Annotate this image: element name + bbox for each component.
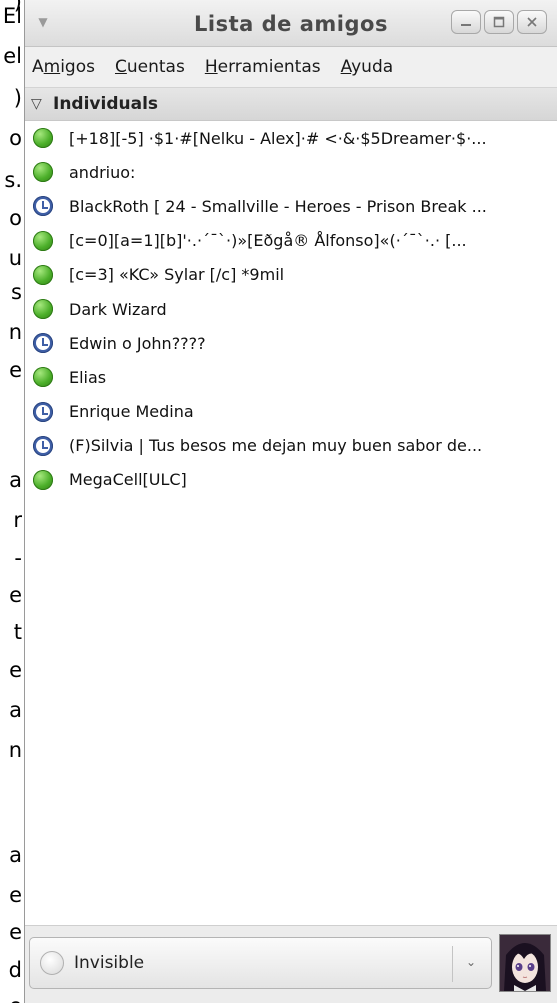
- available-status-icon: [33, 162, 53, 183]
- contact-name: BlackRoth [ 24 - Smallville - Heroes - P…: [69, 196, 487, 216]
- background-text-fragment: e: [9, 583, 22, 607]
- background-text-fragment: o: [9, 126, 22, 150]
- group-label: Individuals: [53, 94, 159, 114]
- maximize-button[interactable]: [484, 10, 514, 34]
- background-text-fragment: a: [9, 698, 22, 722]
- background-text-fragment: n: [8, 738, 22, 762]
- away-status-icon: [33, 401, 53, 422]
- contact-list: [+18][-5] ·$1·#[Nelku - Alex]·# <·&·$5Dr…: [25, 121, 557, 497]
- away-status-icon: [33, 196, 53, 217]
- menu-amigos[interactable]: Amigos: [32, 57, 95, 77]
- contact-name: [c=0][a=1][b]'·.·´¯`·)»[Eðgå® Ålfonso]«(…: [69, 231, 467, 251]
- background-text-fragment: d: [8, 958, 22, 982]
- background-text-fragment: e: [9, 358, 22, 382]
- expand-triangle-icon[interactable]: ▽: [31, 96, 45, 112]
- avatar-image: [500, 935, 550, 991]
- contact-name: andriuo:: [69, 162, 136, 182]
- contact-name: [c=3] «KC» Sylar [/c] *9mil: [69, 265, 285, 285]
- contact-name: MegaCell[ULC]: [69, 470, 187, 490]
- available-status-icon: [33, 264, 53, 285]
- background-window-text: )Elel)os.ousnear-eteanaeede: [0, 0, 24, 1003]
- title-bar[interactable]: ▼ Lista de amigos: [25, 0, 557, 47]
- away-status-icon: [33, 333, 53, 354]
- background-text-fragment: ): [13, 86, 22, 110]
- background-text-fragment: e: [9, 658, 22, 682]
- background-text-fragment: e: [9, 883, 22, 907]
- available-status-icon: [33, 469, 53, 490]
- background-text-fragment: El: [2, 4, 22, 28]
- list-item[interactable]: [c=0][a=1][b]'·.·´¯`·)»[Eðgå® Ålfonso]«(…: [25, 224, 557, 258]
- combo-separator: [452, 946, 453, 982]
- available-status-icon: [33, 299, 53, 320]
- menu-ayuda[interactable]: Ayuda: [341, 57, 394, 77]
- close-icon: [527, 17, 537, 27]
- maximize-icon: [493, 16, 505, 28]
- background-text-fragment: r: [13, 508, 22, 532]
- background-text-fragment: a: [9, 843, 22, 867]
- chevron-down-icon[interactable]: ⌄: [461, 952, 481, 972]
- background-text-fragment: o: [9, 206, 22, 230]
- status-bar: Invisible ⌄: [25, 925, 557, 1003]
- away-status-icon: [33, 435, 53, 456]
- background-text-fragment: u: [8, 246, 22, 270]
- contact-name: (F)Silvia | Tus besos me dejan muy buen …: [69, 436, 483, 456]
- contact-name: [+18][-5] ·$1·#[Nelku - Alex]·# <·&·$5Dr…: [69, 128, 487, 148]
- contact-name: Dark Wizard: [69, 299, 167, 319]
- status-selector[interactable]: Invisible ⌄: [29, 937, 492, 989]
- window-controls: [451, 10, 547, 34]
- background-text-fragment: s: [11, 280, 22, 304]
- list-item[interactable]: BlackRoth [ 24 - Smallville - Heroes - P…: [25, 189, 557, 223]
- group-individuals[interactable]: ▽ Individuals: [25, 88, 557, 121]
- background-text-fragment: t: [13, 620, 22, 644]
- list-item[interactable]: Edwin o John????: [25, 326, 557, 360]
- list-item[interactable]: MegaCell[ULC]: [25, 463, 557, 497]
- list-item[interactable]: Enrique Medina: [25, 395, 557, 429]
- background-text-fragment: e: [9, 920, 22, 944]
- background-text-fragment: n: [8, 320, 22, 344]
- avatar[interactable]: [499, 934, 551, 992]
- background-text-fragment: s.: [4, 168, 22, 192]
- background-text-fragment: e: [9, 996, 22, 1003]
- contact-name: Enrique Medina: [69, 402, 194, 422]
- menu-herramientas[interactable]: Herramientas: [205, 57, 321, 77]
- list-item[interactable]: [+18][-5] ·$1·#[Nelku - Alex]·# <·&·$5Dr…: [25, 121, 557, 155]
- available-status-icon: [33, 128, 53, 149]
- list-item[interactable]: (F)Silvia | Tus besos me dejan muy buen …: [25, 429, 557, 463]
- contact-name: Edwin o John????: [69, 333, 206, 353]
- list-item[interactable]: andriuo:: [25, 155, 557, 189]
- menu-bar: Amigos Cuentas Herramientas Ayuda: [25, 47, 557, 88]
- background-text-fragment: el: [3, 44, 22, 68]
- close-button[interactable]: [517, 10, 547, 34]
- list-item[interactable]: [c=3] «KC» Sylar [/c] *9mil: [25, 258, 557, 292]
- background-text-fragment: a: [9, 468, 22, 492]
- menu-cuentas[interactable]: Cuentas: [115, 57, 185, 77]
- buddy-list-window: ▼ Lista de amigos Amigos Cuentas Herramien…: [24, 0, 557, 1003]
- invisible-status-icon: [40, 951, 64, 975]
- background-text-fragment: -: [14, 546, 22, 570]
- available-status-icon: [33, 367, 53, 388]
- available-status-icon: [33, 230, 53, 251]
- minimize-icon: [461, 24, 471, 26]
- list-item[interactable]: Dark Wizard: [25, 292, 557, 326]
- minimize-button[interactable]: [451, 10, 481, 34]
- status-value: Invisible: [74, 953, 145, 973]
- list-item[interactable]: Elias: [25, 360, 557, 394]
- contact-name: Elias: [69, 367, 107, 387]
